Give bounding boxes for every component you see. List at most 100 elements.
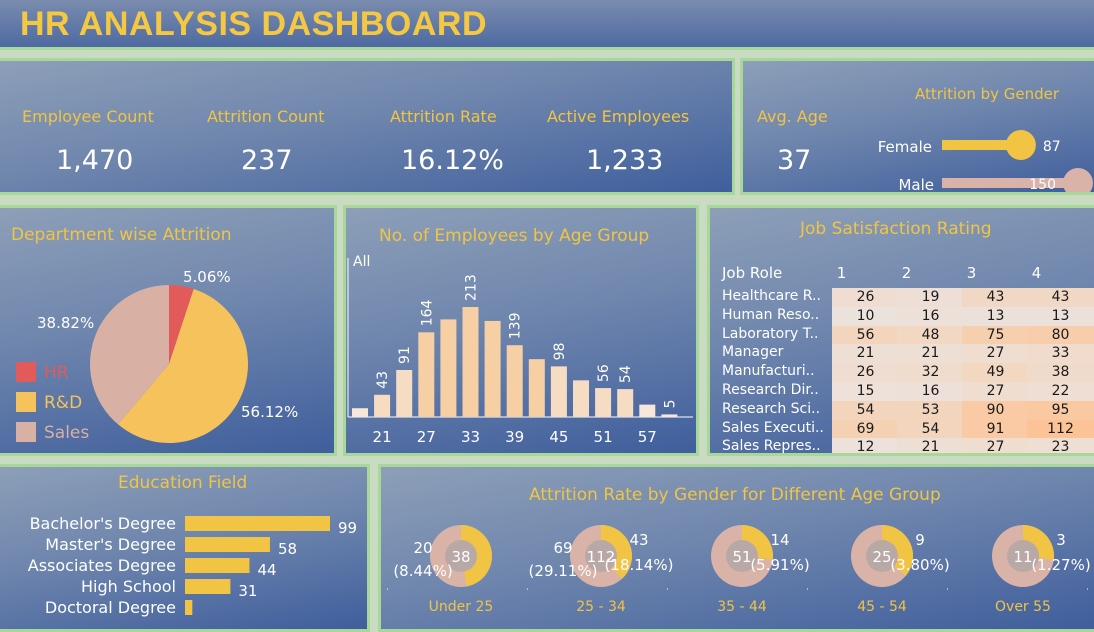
age-bar-33[interactable]: [462, 307, 479, 417]
kpi-label-active-employees: Active Employees: [547, 107, 690, 126]
age-bar-42[interactable]: [528, 359, 545, 417]
age-bar-27[interactable]: [418, 332, 435, 417]
job-cell: 27: [962, 344, 1029, 364]
edu-bar-0[interactable]: [185, 516, 330, 531]
donut-group-label-3: 45 - 54: [857, 599, 907, 615]
job-cell: 43: [962, 288, 1029, 307]
job-row-role: Research Sci..: [722, 400, 821, 417]
gender-value-male: 150: [1029, 177, 1056, 193]
edu-label-2: Associates Degree: [28, 556, 176, 575]
age-bar-54[interactable]: [617, 389, 634, 417]
donut-group-label-1: 25 - 34: [576, 599, 626, 615]
age-bar-21[interactable]: [374, 394, 391, 417]
donut-group-label-4: Over 55: [995, 599, 1051, 615]
donut-left-pct-1: (29.11%): [529, 562, 598, 580]
age-bar-label-24: 91: [397, 346, 413, 364]
kpi-panel: Employee Count 1,470 Attrition Count 237…: [0, 58, 735, 195]
job-cell: 21: [897, 438, 964, 453]
age-tick-39: 39: [505, 428, 524, 446]
job-cell: 90: [962, 400, 1029, 420]
age-bar-60[interactable]: [661, 414, 678, 417]
age-bar-label-51: 56: [596, 364, 612, 382]
job-cell: 15: [832, 382, 899, 401]
job-cell: 32: [897, 363, 964, 383]
job-cell: 26: [832, 363, 899, 383]
age-tick-27: 27: [417, 428, 436, 446]
age-bar-51[interactable]: [595, 388, 612, 417]
legend-swatch-0: [16, 362, 36, 382]
job-cell: 27: [962, 438, 1029, 453]
age-tick-57: 57: [638, 428, 657, 446]
job-cell: 54: [832, 400, 899, 420]
age-bar-label-60: 5: [662, 399, 678, 408]
edu-bar-3[interactable]: [185, 579, 231, 594]
job-cell: 19: [897, 288, 964, 307]
gender-label-female: Female: [878, 138, 932, 156]
legend-swatch-2: [16, 422, 36, 442]
age-bar-24[interactable]: [396, 370, 413, 417]
job-cell: 16: [897, 306, 964, 326]
edu-value-2: 44: [257, 561, 276, 579]
gender-bar-chart: Female 87 Male 150: [878, 130, 1093, 194]
dashboard-title: HR ANALYSIS DASHBOARD: [20, 5, 488, 43]
gender-age-donuts: 38Under 2520(8.44%)11225 - 3469(29.11%)4…: [387, 525, 1093, 615]
edu-bar-4[interactable]: [185, 600, 193, 615]
age-bar-label-54: 54: [618, 365, 634, 383]
donut-right-value-4: 3: [1056, 531, 1066, 549]
job-cell: 80: [1027, 325, 1094, 345]
pie-label-2: 38.82%: [37, 314, 94, 332]
kpi-value-active-employees: 1,233: [586, 145, 664, 176]
age-group-panel: No. of Employees by Age Group All 43 91 16…: [343, 205, 699, 456]
donut-left-value-1: 69: [553, 539, 572, 557]
department-attrition-panel: Department wise Attrition 5.06% 56.12% 38.…: [0, 205, 337, 456]
job-col-header-4: 4: [1031, 264, 1042, 282]
job-cell: 53: [897, 400, 964, 420]
age-bar-30[interactable]: [440, 319, 457, 417]
donut-total-3: 25: [872, 548, 891, 566]
age-bar-label-39: 139: [508, 312, 524, 339]
job-cell: 27: [962, 382, 1029, 401]
gender-label-male: Male: [898, 176, 934, 194]
donut-left-value-0: 20: [413, 539, 432, 557]
job-cell: 48: [897, 325, 964, 345]
kpi-value-attrition-rate: 16.12%: [401, 145, 504, 176]
job-cell: 75: [962, 325, 1029, 345]
age-tick-21: 21: [373, 428, 392, 446]
age-bar-45[interactable]: [550, 366, 567, 417]
age-tick-33: 33: [461, 428, 480, 446]
donut-right-pct-4: (1.27%): [1031, 556, 1090, 574]
job-col-header-3: 3: [966, 264, 977, 282]
job-cell: 21: [832, 344, 899, 364]
donut-total-2: 51: [732, 548, 751, 566]
age-bar-18[interactable]: [352, 408, 368, 417]
job-row-role: Research Dir..: [722, 382, 819, 398]
gender-dot-male: [1063, 168, 1093, 192]
edu-value-1: 58: [278, 540, 297, 558]
age-bar-label-33: 213: [464, 274, 480, 301]
job-cell: 26: [832, 288, 899, 307]
job-cell: 112: [1027, 419, 1094, 439]
age-bar-label-45: 98: [552, 343, 568, 361]
edu-bar-1[interactable]: [185, 537, 270, 552]
kpi-label-employee-count: Employee Count: [22, 107, 154, 126]
age-bar-36[interactable]: [484, 320, 501, 417]
legend-swatch-1: [16, 392, 36, 412]
job-cell: 12: [832, 438, 899, 453]
job-col-header-2: 2: [901, 264, 912, 282]
edu-label-3: High School: [81, 577, 176, 596]
job-cell: 13: [962, 306, 1029, 326]
age-bar-48[interactable]: [573, 380, 589, 417]
job-row-role: Manufacturi..: [722, 363, 815, 380]
age-bar-57[interactable]: [639, 404, 656, 417]
job-cell: 10: [832, 306, 899, 326]
age-bar-39[interactable]: [506, 345, 523, 417]
edu-bar-2[interactable]: [185, 558, 250, 573]
job-cell: 56: [832, 325, 899, 345]
job-col-header-1: 1: [836, 264, 847, 282]
legend-label-1: R&D: [44, 393, 82, 413]
donut-total-4: 11: [1013, 548, 1032, 566]
job-table-title: Job Satisfaction Rating: [800, 219, 992, 239]
age-gender-panel: Avg. Age 37 Attrition by Gender Female 8…: [740, 58, 1094, 195]
job-row-role: Manager: [722, 344, 784, 361]
job-row-role: Human Reso..: [722, 306, 820, 323]
